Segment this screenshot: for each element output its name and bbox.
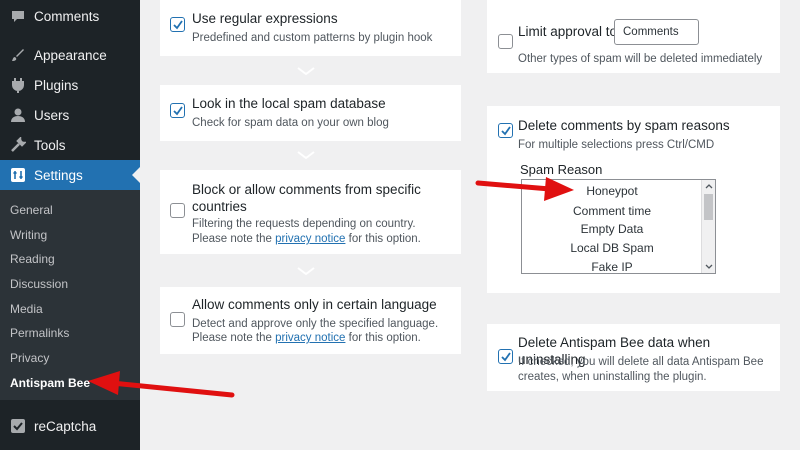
plugins-icon — [8, 75, 28, 95]
delete-by-reason-title: Delete comments by spam reasons — [518, 118, 730, 133]
country-desc-line1: Filtering the requests depending on coun… — [192, 218, 416, 230]
listbox-scrollbar[interactable] — [701, 180, 715, 273]
menu-label: Users — [34, 107, 70, 123]
menu-label: Comments — [34, 8, 100, 24]
option-card-regex: Use regular expressions Predefined and c… — [160, 0, 461, 56]
submenu-writing[interactable]: Writing — [10, 228, 47, 242]
delete-on-uninstall-desc-line2: creates, when uninstalling the plugin. — [518, 371, 707, 383]
desc-text: for this option. — [345, 332, 421, 344]
regex-desc: Predefined and custom patterns by plugin… — [192, 32, 433, 44]
option-card-local-db: Look in the local spam database Check fo… — [160, 85, 461, 141]
limit-approval-select[interactable]: Comments — [614, 19, 699, 45]
menu-item-tools[interactable]: Tools — [0, 130, 140, 160]
local-db-title: Look in the local spam database — [192, 96, 386, 111]
option-card-country: Block or allow comments from specific co… — [160, 170, 461, 254]
active-indicator — [132, 167, 140, 183]
chevron-down-icon — [297, 67, 315, 76]
privacy-notice-link[interactable]: privacy notice — [275, 233, 345, 245]
menu-item-users[interactable]: Users — [0, 100, 140, 130]
desc-text: for this option. — [345, 233, 421, 245]
local-db-desc: Check for spam data on your own blog — [192, 117, 389, 129]
delete-by-reason-checkbox[interactable] — [498, 123, 513, 138]
menu-label: Plugins — [34, 77, 79, 93]
reason-option-empty-data[interactable]: Empty Data — [522, 222, 702, 236]
country-title-line2: countries — [192, 199, 247, 214]
chevron-down-icon — [297, 267, 315, 276]
tools-icon — [8, 135, 28, 155]
option-card-delete-on-uninstall: Delete Antispam Bee data when uninstalli… — [487, 324, 780, 391]
limit-approval-checkbox[interactable] — [498, 34, 513, 49]
scroll-up-icon[interactable] — [705, 183, 713, 189]
country-title-line1: Block or allow comments from specific — [192, 182, 421, 197]
comments-icon — [8, 6, 28, 26]
submenu-discussion[interactable]: Discussion — [10, 277, 68, 291]
regex-title: Use regular expressions — [192, 11, 338, 26]
reason-option-fake-ip[interactable]: Fake IP — [522, 260, 702, 273]
menu-label: reCaptcha — [34, 418, 97, 434]
chevron-down-icon — [297, 151, 315, 160]
menu-item-recaptcha[interactable]: reCaptcha — [0, 411, 140, 441]
limit-approval-title: Limit approval to — [518, 24, 618, 39]
scroll-thumb[interactable] — [704, 194, 713, 220]
users-icon — [8, 105, 28, 125]
delete-on-uninstall-checkbox[interactable] — [498, 349, 513, 364]
limit-approval-desc: Other types of spam will be deleted imme… — [518, 53, 763, 65]
privacy-notice-link[interactable]: privacy notice — [275, 332, 345, 344]
recaptcha-icon — [8, 416, 28, 436]
delete-by-reason-desc: For multiple selections press Ctrl/CMD — [518, 139, 715, 151]
country-desc-line2: Please note the privacy notice for this … — [192, 232, 421, 246]
country-checkbox[interactable] — [170, 203, 185, 218]
option-card-language: Allow comments only in certain language … — [160, 287, 461, 354]
menu-item-appearance[interactable]: Appearance — [0, 40, 140, 70]
settings-icon — [8, 165, 28, 185]
reason-option-local-db-spam[interactable]: Local DB Spam — [522, 241, 702, 255]
language-desc-line2: Please note the privacy notice for this … — [192, 331, 421, 345]
menu-label: Appearance — [34, 47, 107, 63]
submenu-reading[interactable]: Reading — [10, 252, 55, 266]
local-db-checkbox[interactable] — [170, 103, 185, 118]
menu-item-plugins[interactable]: Plugins — [0, 70, 140, 100]
annotation-arrow-icon — [88, 371, 235, 398]
menu-item-comments[interactable]: Comments — [0, 1, 140, 31]
menu-item-settings[interactable]: Settings — [0, 160, 140, 190]
submenu-media[interactable]: Media — [10, 302, 43, 316]
menu-label: Tools — [34, 137, 66, 153]
menu-label: Settings — [34, 167, 83, 183]
language-checkbox[interactable] — [170, 312, 185, 327]
regex-checkbox[interactable] — [170, 17, 185, 32]
desc-text: Please note the — [192, 233, 276, 245]
reason-option-comment-time[interactable]: Comment time — [522, 204, 702, 218]
desc-text: Please note the — [192, 332, 276, 344]
appearance-icon — [8, 45, 28, 65]
submenu-general[interactable]: General — [10, 203, 53, 217]
language-title: Allow comments only in certain language — [192, 297, 437, 312]
scroll-down-icon[interactable] — [705, 264, 713, 270]
delete-on-uninstall-desc-line1: If checked, you will delete all data Ant… — [518, 356, 764, 368]
language-desc-line1: Detect and approve only the specified la… — [192, 318, 439, 330]
submenu-privacy[interactable]: Privacy — [10, 351, 49, 365]
submenu-antispam-bee[interactable]: Antispam Bee — [10, 376, 90, 390]
submenu-permalinks[interactable]: Permalinks — [10, 326, 69, 340]
annotation-arrow-icon — [475, 177, 574, 201]
